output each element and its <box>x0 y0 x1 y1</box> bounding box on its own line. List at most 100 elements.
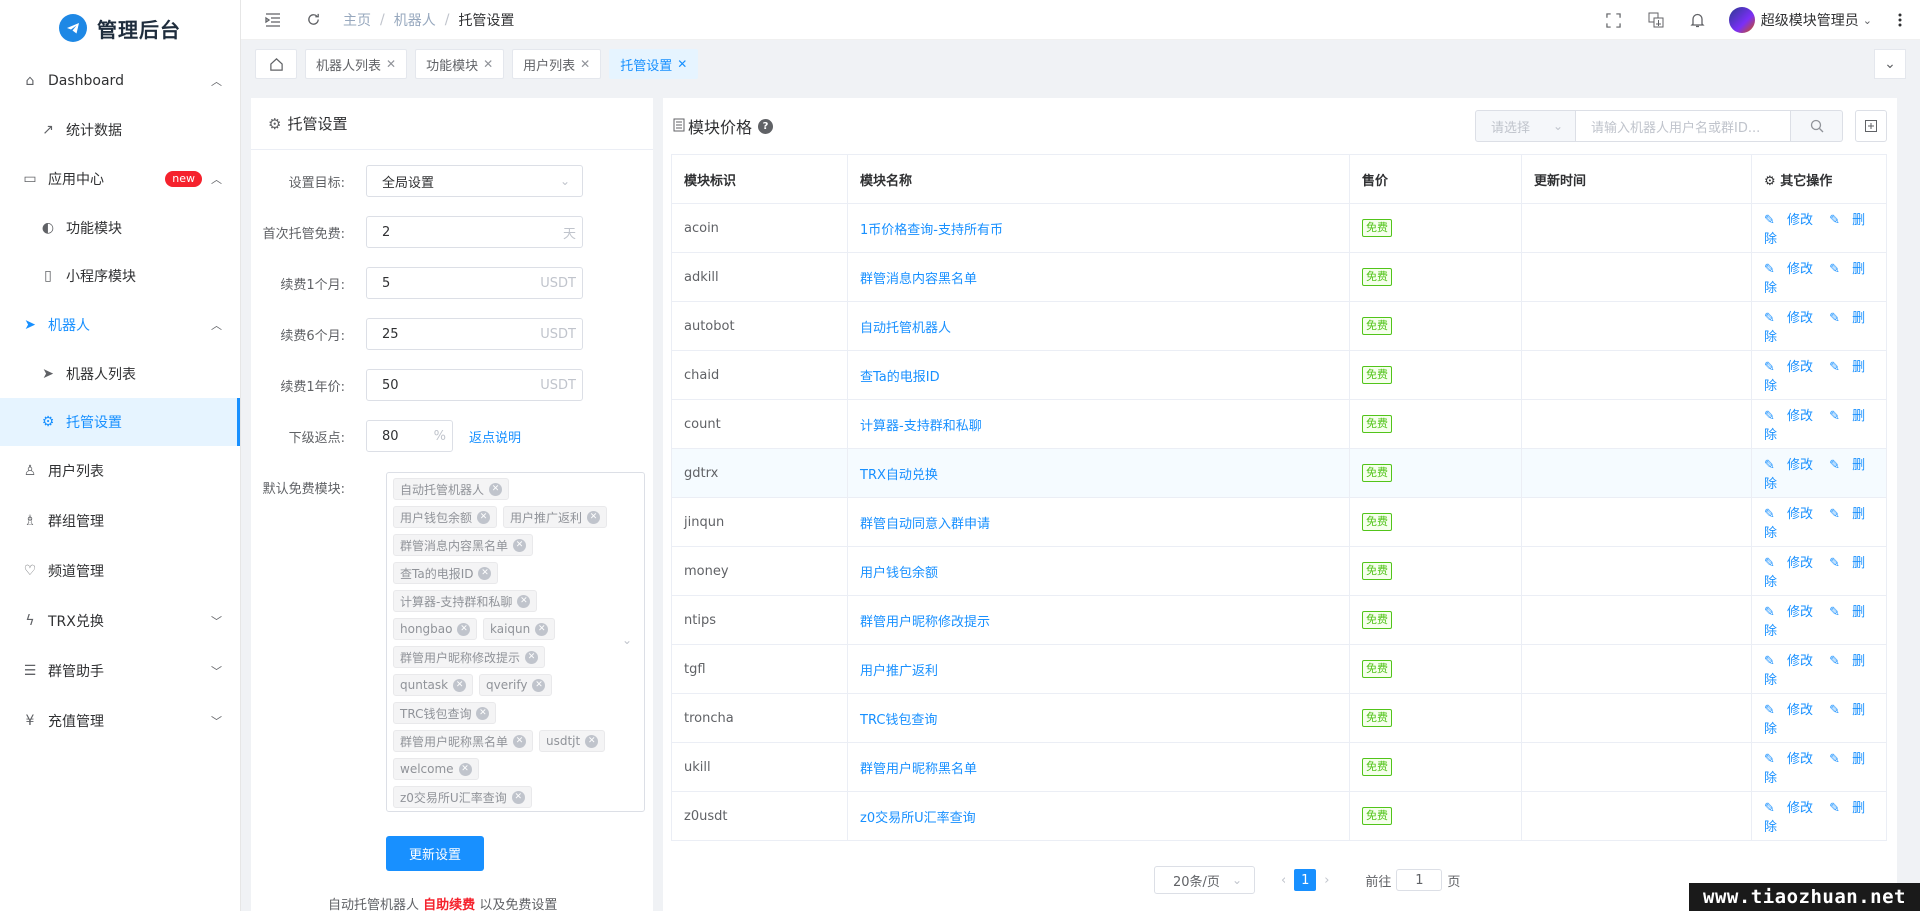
edit-button[interactable]: ✎ 修改 <box>1764 654 1821 669</box>
remove-chip-icon[interactable]: ✕ <box>587 510 601 524</box>
edit-button[interactable]: ✎ 修改 <box>1764 213 1821 228</box>
tag-user-list[interactable]: 用户列表 ✕ <box>512 49 602 79</box>
bell-icon[interactable] <box>1677 0 1719 40</box>
tag-home[interactable] <box>255 49 297 79</box>
page-jump: 前往 1 页 <box>1365 869 1460 891</box>
remove-chip-icon[interactable]: ✕ <box>513 734 527 748</box>
renew-1y-input[interactable]: 50 USDT <box>366 369 583 401</box>
sidebar-item-4[interactable]: ▯ 小程序模块 <box>0 252 240 300</box>
close-icon[interactable]: ✕ <box>483 57 493 71</box>
collapse-menu-icon[interactable] <box>253 0 293 40</box>
sidebar-item-2[interactable]: ▭ 应用中心 new ︿ <box>0 154 240 204</box>
search-input[interactable]: 请输入机器人用户名或群ID... <box>1576 110 1791 142</box>
remove-chip-icon[interactable]: ✕ <box>453 678 467 692</box>
module-name[interactable]: 1币价格查询-支持所有币 <box>847 203 1350 253</box>
close-icon[interactable]: ✕ <box>677 57 687 71</box>
default-modules-select[interactable]: 自动托管机器人 ✕ 用户钱包余额 ✕ 用户推广返利 ✕ 群管消息内容黑名单 ✕ 查Ta的电报ID… <box>386 472 645 812</box>
target-select[interactable]: 全局设置 ⌄ <box>366 165 583 197</box>
update-settings-button[interactable]: 更新设置 <box>386 836 484 871</box>
edit-button[interactable]: ✎ 修改 <box>1764 703 1821 718</box>
edit-button[interactable]: ✎ 修改 <box>1764 360 1821 375</box>
tag-robot-list[interactable]: 机器人列表 ✕ <box>305 49 408 79</box>
chevron-down-icon[interactable]: ⌄ <box>1874 49 1906 79</box>
module-name[interactable]: 用户钱包余额 <box>847 546 1350 596</box>
module-name[interactable]: 自动托管机器人 <box>847 301 1350 351</box>
sidebar-item-10[interactable]: ♡ 频道管理 <box>0 546 240 596</box>
module-name[interactable]: 计算器-支持群和私聊 <box>847 399 1350 449</box>
next-page-icon[interactable]: › <box>1324 873 1329 888</box>
edit-button[interactable]: ✎ 修改 <box>1764 311 1821 326</box>
renew-6m-input[interactable]: 25 USDT <box>366 318 583 350</box>
module-name[interactable]: 群管用户昵称修改提示 <box>847 595 1350 645</box>
sidebar-item-5[interactable]: ➤ 机器人 ︿ <box>0 300 240 350</box>
sidebar-item-6[interactable]: ➤ 机器人列表 <box>0 350 240 398</box>
free-trial-input[interactable]: 2 天 <box>366 216 583 248</box>
remove-chip-icon[interactable]: ✕ <box>477 510 491 524</box>
tag-function-modules[interactable]: 功能模块 ✕ <box>415 49 505 79</box>
edit-button[interactable]: ✎ 修改 <box>1764 507 1821 522</box>
remove-chip-icon[interactable]: ✕ <box>476 706 490 720</box>
edit-button[interactable]: ✎ 修改 <box>1764 409 1821 424</box>
page-size-select[interactable]: 20条/页 ⌄ <box>1154 866 1255 894</box>
edit-button[interactable]: ✎ 修改 <box>1764 458 1821 473</box>
module-chip-label: TRC钱包查询 <box>400 706 472 721</box>
rebate-help-link[interactable]: 返点说明 <box>469 427 521 446</box>
sidebar-item-0[interactable]: ⌂ Dashboard ︿ <box>0 56 240 106</box>
ops-cell: ✎ 修改 ✎ 删除 <box>1751 693 1887 743</box>
remove-chip-icon[interactable]: ✕ <box>525 650 539 664</box>
user-menu[interactable]: 超级模块管理员 ⌄ <box>1728 7 1872 33</box>
remove-chip-icon[interactable]: ✕ <box>585 734 599 748</box>
prev-page-icon[interactable]: ‹ <box>1281 873 1286 888</box>
page-number[interactable]: 1 <box>1294 869 1317 891</box>
remove-chip-icon[interactable]: ✕ <box>513 538 527 552</box>
module-name[interactable]: TRX自动兑换 <box>847 448 1350 498</box>
remove-chip-icon[interactable]: ✕ <box>511 790 525 804</box>
sidebar-item-12[interactable]: ☰ 群管助手 ﹀ <box>0 646 240 696</box>
module-name[interactable]: 群管用户昵称黑名单 <box>847 742 1350 792</box>
remove-chip-icon[interactable]: ✕ <box>532 678 546 692</box>
module-id: autobot <box>671 301 848 351</box>
refresh-icon[interactable] <box>293 0 333 40</box>
rebate-input[interactable]: 80 % <box>366 420 453 452</box>
remove-chip-icon[interactable]: ✕ <box>478 566 492 580</box>
help-icon[interactable]: ? <box>758 118 774 134</box>
module-name[interactable]: 查Ta的电报ID <box>847 350 1350 400</box>
remove-chip-icon[interactable]: ✕ <box>535 622 549 636</box>
remove-chip-icon[interactable]: ✕ <box>489 482 503 496</box>
tag-hosting-settings[interactable]: 托管设置 ✕ <box>609 49 699 79</box>
sidebar-item-3[interactable]: ◐ 功能模块 <box>0 204 240 252</box>
export-button[interactable] <box>1855 110 1887 142</box>
edit-button[interactable]: ✎ 修改 <box>1764 556 1821 571</box>
breadcrumb-robot[interactable]: 机器人 <box>394 10 436 30</box>
module-name[interactable]: 群管自动同意入群申请 <box>847 497 1350 547</box>
sidebar-item-11[interactable]: ϟ TRX兑换 ﹀ <box>0 596 240 646</box>
module-name[interactable]: z0交易所U汇率查询 <box>847 791 1350 841</box>
updated-time <box>1521 742 1752 792</box>
remove-chip-icon[interactable]: ✕ <box>457 622 471 636</box>
edit-button[interactable]: ✎ 修改 <box>1764 605 1821 620</box>
close-icon[interactable]: ✕ <box>386 57 396 71</box>
sidebar-item-13[interactable]: ¥ 充值管理 ﹀ <box>0 696 240 746</box>
breadcrumb-home[interactable]: 主页 <box>343 10 371 30</box>
renew-1m-input[interactable]: 5 USDT <box>366 267 583 299</box>
edit-button[interactable]: ✎ 修改 <box>1764 752 1821 767</box>
edit-button[interactable]: ✎ 修改 <box>1764 262 1821 277</box>
remove-chip-icon[interactable]: ✕ <box>517 594 531 608</box>
more-vertical-icon[interactable] <box>1880 0 1920 40</box>
module-name[interactable]: 群管消息内容黑名单 <box>847 252 1350 302</box>
edit-button[interactable]: ✎ 修改 <box>1764 801 1821 816</box>
search-button[interactable] <box>1791 110 1843 142</box>
sidebar-item-7[interactable]: ⚙ 托管设置 <box>0 398 240 446</box>
sidebar-item-9[interactable]: ♗ 群组管理 <box>0 496 240 546</box>
search-field-select[interactable]: 请选择 ⌄ <box>1475 110 1576 142</box>
close-icon[interactable]: ✕ <box>580 57 590 71</box>
remove-chip-icon[interactable]: ✕ <box>458 762 472 776</box>
goto-input[interactable]: 1 <box>1396 869 1443 891</box>
module-name[interactable]: 用户推广返利 <box>847 644 1350 694</box>
logo[interactable]: 管理后台 <box>0 0 240 56</box>
sidebar-item-8[interactable]: ♙ 用户列表 <box>0 446 240 496</box>
translate-icon[interactable] <box>1635 0 1677 40</box>
fullscreen-icon[interactable] <box>1593 0 1635 40</box>
module-name[interactable]: TRC钱包查询 <box>847 693 1350 743</box>
sidebar-item-1[interactable]: ↗ 统计数据 <box>0 106 240 154</box>
